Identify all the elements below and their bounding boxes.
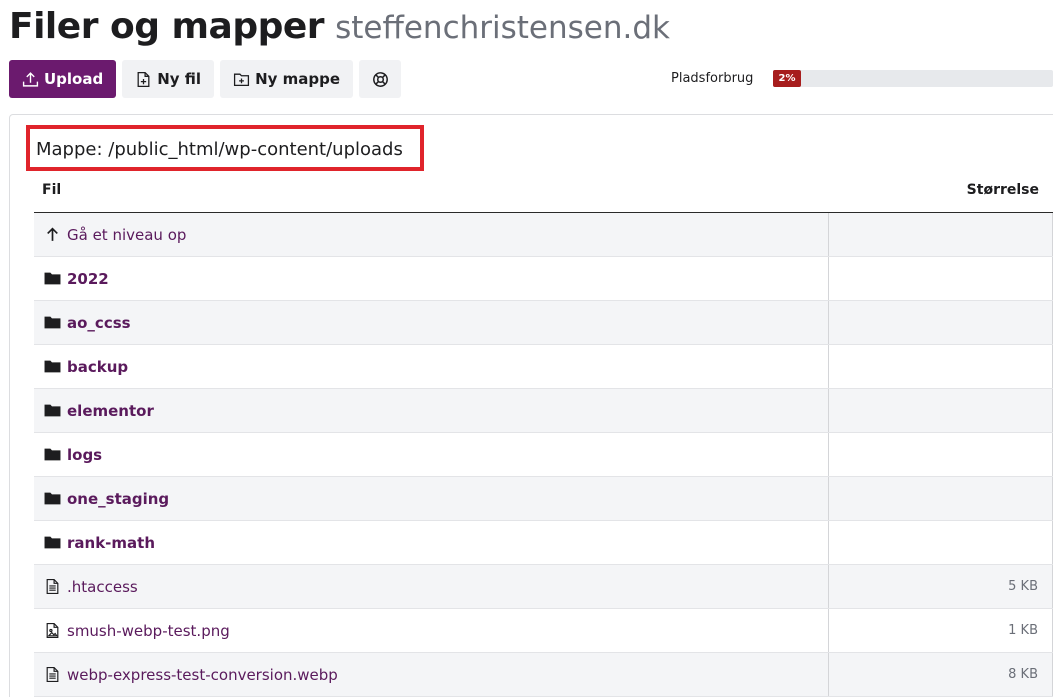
file-name-cell[interactable]: logs	[34, 433, 829, 476]
folder-link[interactable]: elementor	[67, 402, 154, 420]
table-row[interactable]: smush-webp-test.png 1 KB	[34, 609, 1053, 653]
file-name-cell[interactable]: rank-math	[34, 521, 829, 564]
file-name-cell[interactable]: smush-webp-test.png	[34, 609, 829, 652]
parent-folder-link[interactable]: Gå et niveau op	[67, 226, 186, 244]
folder-link[interactable]: one_staging	[67, 490, 169, 508]
file-list: Gå et niveau op 2022 ao_ccssbackup elemento…	[34, 213, 1053, 697]
file-link[interactable]: smush-webp-test.png	[67, 622, 230, 640]
lifebuoy-icon	[372, 71, 389, 88]
folder-link[interactable]: ao_ccss	[67, 314, 131, 332]
folder-icon	[44, 490, 61, 507]
new-file-button-label: Ny fil	[157, 70, 202, 88]
file-size-cell	[829, 301, 1053, 344]
file-size-cell	[829, 345, 1053, 388]
upload-button[interactable]: Upload	[9, 60, 117, 98]
text-file-icon	[44, 578, 61, 595]
new-folder-button[interactable]: Ny mappe	[220, 60, 354, 98]
file-name-cell[interactable]: webp-express-test-conversion.webp	[34, 653, 829, 696]
disk-usage-fill: 2%	[773, 70, 801, 87]
page-title: Filer og mapper	[9, 6, 325, 47]
disk-usage-bar: 2%	[773, 70, 1053, 87]
file-size-cell	[829, 477, 1053, 520]
new-file-button[interactable]: Ny fil	[122, 60, 215, 98]
file-size-cell: 1 KB	[829, 609, 1053, 652]
folder-icon	[44, 534, 61, 551]
file-size-cell	[829, 521, 1053, 564]
file-size-cell	[829, 257, 1053, 300]
table-row[interactable]: backup	[34, 345, 1053, 389]
file-size-cell: 5 KB	[829, 565, 1053, 608]
upload-button-label: Upload	[44, 70, 104, 88]
folder-link[interactable]: backup	[67, 358, 128, 376]
folder-link[interactable]: logs	[67, 446, 102, 464]
disk-usage: Pladsforbrug 2%	[671, 70, 1053, 87]
parent-folder-row[interactable]: Gå et niveau op	[34, 213, 1053, 257]
table-row[interactable]: rank-math	[34, 521, 1053, 565]
file-name-cell[interactable]: .htaccess	[34, 565, 829, 608]
arrow-up-icon	[44, 226, 61, 243]
file-size-cell	[829, 213, 1053, 256]
disk-usage-value: 2%	[778, 73, 796, 84]
table-row[interactable]: .htaccess 5 KB	[34, 565, 1053, 609]
file-size-cell	[829, 433, 1053, 476]
disk-usage-label: Pladsforbrug	[671, 71, 754, 86]
folder-icon	[44, 270, 61, 287]
column-header-file[interactable]: Fil	[42, 182, 61, 198]
file-name-cell[interactable]: one_staging	[34, 477, 829, 520]
image-file-icon	[44, 622, 61, 639]
new-folder-button-label: Ny mappe	[255, 70, 341, 88]
folder-icon	[44, 314, 61, 331]
table-row[interactable]: webp-express-test-conversion.webp 8 KB	[34, 653, 1053, 697]
file-name-cell[interactable]: Gå et niveau op	[34, 213, 829, 256]
column-header-size[interactable]: Størrelse	[967, 182, 1039, 198]
upload-icon	[22, 71, 39, 88]
file-name-cell[interactable]: 2022	[34, 257, 829, 300]
new-file-icon	[135, 71, 152, 88]
table-header: Fil Størrelse	[34, 176, 1053, 213]
table-row[interactable]: one_staging	[34, 477, 1053, 521]
help-button[interactable]	[359, 60, 402, 98]
file-size-cell: 8 KB	[829, 653, 1053, 696]
folder-icon	[44, 402, 61, 419]
table-row[interactable]: ao_ccss	[34, 301, 1053, 345]
table-row[interactable]: elementor	[34, 389, 1053, 433]
folder-link[interactable]: rank-math	[67, 534, 155, 552]
new-folder-icon	[233, 71, 250, 88]
table-row[interactable]: logs	[34, 433, 1053, 477]
file-name-cell[interactable]: ao_ccss	[34, 301, 829, 344]
file-link[interactable]: webp-express-test-conversion.webp	[67, 666, 338, 684]
table-row[interactable]: 2022	[34, 257, 1053, 301]
text-file-icon	[44, 666, 61, 683]
file-name-cell[interactable]: elementor	[34, 389, 829, 432]
file-name-cell[interactable]: backup	[34, 345, 829, 388]
toolbar: Upload Ny fil Ny mappe	[9, 60, 402, 98]
file-link[interactable]: .htaccess	[67, 578, 138, 596]
current-folder-path: Mappe: /public_html/wp-content/uploads	[26, 125, 424, 171]
domain-name: steffenchristensen.dk	[335, 10, 671, 46]
file-size-cell	[829, 389, 1053, 432]
folder-link[interactable]: 2022	[67, 270, 109, 288]
folder-icon	[44, 446, 61, 463]
folder-icon	[44, 358, 61, 375]
page-header: Filer og mapper steffenchristensen.dk	[9, 6, 670, 47]
